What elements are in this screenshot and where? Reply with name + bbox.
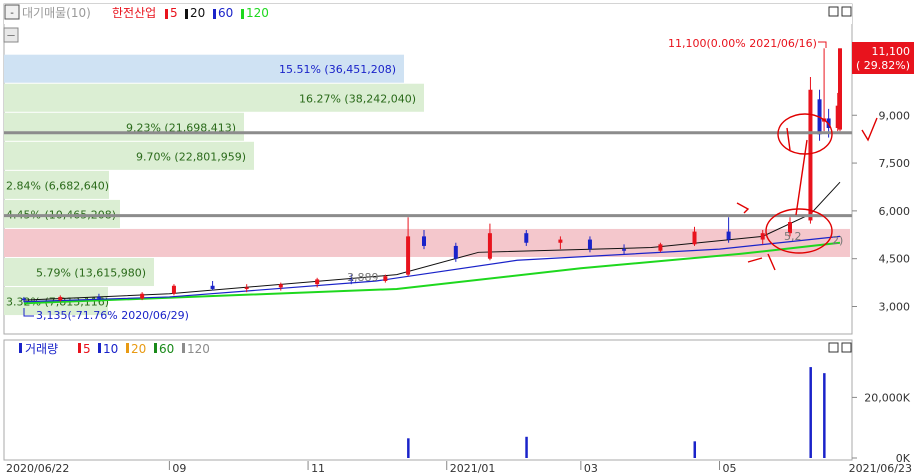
time-tick-label: 11 bbox=[311, 462, 325, 475]
legend-swatch bbox=[213, 9, 216, 19]
volume-close-icon[interactable] bbox=[841, 342, 852, 353]
volume-bar bbox=[823, 373, 826, 458]
max-price-label: 11,100(0.00% 2021/06/16) bbox=[668, 37, 817, 50]
volume-legend-item: 10 bbox=[103, 342, 118, 356]
volume-profile-label: 15.51% (36,451,208) bbox=[279, 63, 396, 76]
candle-body bbox=[558, 239, 563, 243]
legend-item: 5 bbox=[170, 6, 178, 20]
price-axis: 10,5009,0007,5006,0004,5003,000 bbox=[852, 61, 911, 314]
volume-legend-swatch bbox=[98, 343, 101, 353]
price-tick-label: 9,000 bbox=[879, 109, 911, 122]
volume-legend-title: 거래량 bbox=[25, 342, 58, 356]
close-icon[interactable] bbox=[841, 6, 852, 17]
zoom-tool-glyph: ㅡ bbox=[7, 32, 15, 42]
volume-legend-swatch bbox=[182, 343, 185, 353]
volume-bar bbox=[809, 367, 812, 458]
candle-body bbox=[524, 233, 529, 243]
volume-profile-bar bbox=[4, 228, 850, 257]
candle-body bbox=[406, 236, 411, 275]
volume-legend-item: 5 bbox=[83, 342, 91, 356]
candle-body bbox=[487, 233, 492, 259]
volume-profile-label: 2.84% (6,682,640) bbox=[6, 179, 109, 192]
legend-stock: 한전산업 bbox=[112, 6, 156, 20]
ma-label-c: 2) bbox=[832, 234, 843, 247]
legend-swatch bbox=[185, 9, 188, 19]
candle-body bbox=[838, 48, 842, 130]
candle-body bbox=[587, 239, 592, 250]
candle-body bbox=[658, 244, 663, 251]
candle-body bbox=[692, 231, 697, 245]
candle-body bbox=[171, 285, 176, 294]
last-price-value: 11,100 bbox=[872, 45, 911, 58]
legend-item: 20 bbox=[190, 6, 205, 20]
legend-item: 60 bbox=[218, 6, 233, 20]
candle-body bbox=[315, 279, 320, 285]
legend-swatch bbox=[165, 9, 168, 19]
price-tick-label: 6,000 bbox=[879, 205, 911, 218]
volume-legend-swatch bbox=[19, 343, 22, 353]
candle-body bbox=[278, 284, 283, 288]
legend-item: 120 bbox=[246, 6, 269, 20]
volume-bar bbox=[407, 438, 410, 458]
volume-profile-label: 16.27% (38,242,040) bbox=[299, 92, 416, 105]
volume-legend-item: 60 bbox=[159, 342, 174, 356]
time-tick-label: 2021/01 bbox=[450, 462, 496, 475]
volume-profile-label: 9.70% (22,801,959) bbox=[136, 150, 246, 163]
candle-body bbox=[58, 296, 63, 301]
volume-bar bbox=[693, 441, 697, 458]
time-tick-label: 03 bbox=[584, 462, 598, 475]
volume-profile-label: 5.79% (13,615,980) bbox=[36, 267, 146, 280]
price-tick-label: 3,000 bbox=[879, 301, 911, 314]
min-price-label: 3,135(-71.76% 2020/06/29) bbox=[36, 309, 189, 322]
candle-body bbox=[760, 233, 765, 240]
time-tick-label: 2021/06/23 bbox=[849, 462, 912, 475]
time-tick-label: 09 bbox=[172, 462, 186, 475]
time-tick-label: 05 bbox=[723, 462, 737, 475]
volume-minimize-icon[interactable] bbox=[828, 342, 839, 353]
candle-body bbox=[210, 285, 215, 289]
candle-body bbox=[622, 249, 627, 251]
volume-legend-swatch bbox=[78, 343, 81, 353]
candle-body bbox=[140, 293, 145, 299]
collapse-icon-glyph: - bbox=[10, 8, 14, 19]
minimize-icon[interactable] bbox=[828, 6, 839, 17]
volume-axis: 20,000K0K bbox=[852, 391, 911, 465]
ma-label-a: 3,889 bbox=[347, 271, 379, 284]
candle-body bbox=[244, 287, 249, 289]
ma-label-b: 5,2 bbox=[784, 230, 802, 243]
price-tick-label: 7,500 bbox=[879, 157, 911, 170]
candle-body bbox=[422, 236, 426, 246]
price-tick-label: 4,500 bbox=[879, 253, 911, 266]
volume-legend-item: 20 bbox=[131, 342, 146, 356]
stock-chart: - 대기매물(10) 한전산업 5 20 60 120 ㅡ 15.51% (36,45… bbox=[3, 3, 914, 475]
candle-body bbox=[808, 89, 813, 221]
candle-body bbox=[726, 231, 731, 240]
candle-body bbox=[383, 276, 388, 281]
last-price-change: ( 29.82%) bbox=[856, 59, 910, 72]
time-tick-label: 2020/06/22 bbox=[6, 462, 69, 475]
volume-legend-swatch bbox=[154, 343, 157, 353]
candle-body bbox=[453, 245, 458, 259]
candle-body bbox=[96, 296, 101, 299]
volume-panel-frame bbox=[3, 339, 853, 461]
volume-legend-swatch bbox=[126, 343, 129, 353]
candle-body bbox=[21, 298, 26, 301]
annotation-check bbox=[861, 117, 878, 142]
volume-tick-label: 20,000K bbox=[864, 391, 910, 404]
volume-bar bbox=[525, 436, 528, 458]
time-axis: 2020/06/22 09 11 2021/01 03 05 2021/06/23 bbox=[6, 461, 912, 475]
legend-group: 대기매물(10) bbox=[22, 6, 91, 20]
volume-legend-item: 120 bbox=[187, 342, 210, 356]
legend-swatch bbox=[241, 9, 244, 19]
